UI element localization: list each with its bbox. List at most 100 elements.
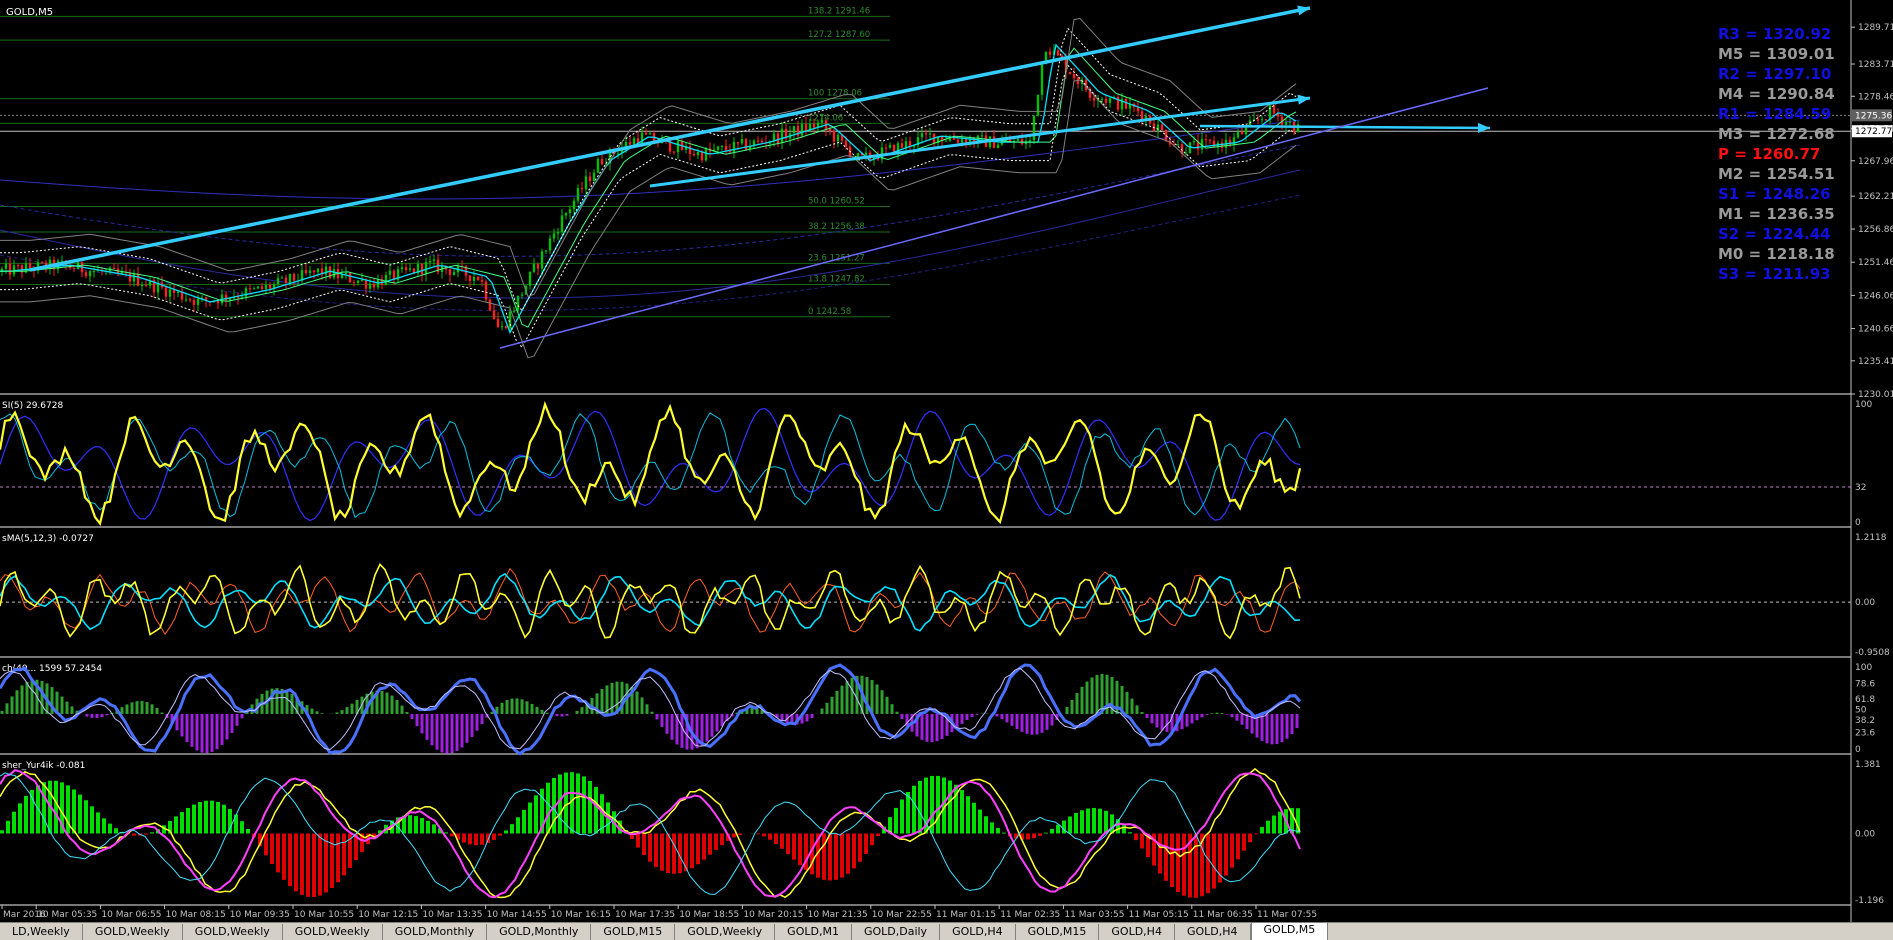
candle-body — [596, 159, 600, 173]
chart-tab[interactable]: GOLD,M1 — [775, 924, 852, 940]
candle-body — [428, 261, 432, 263]
candle-body — [236, 296, 240, 298]
candle-body — [472, 276, 476, 281]
price-tick-label: 1262.21 — [1858, 192, 1893, 202]
fib-level-label: 50.0 1260.52 — [808, 197, 865, 207]
candle-body — [372, 283, 376, 288]
candle-body — [196, 298, 200, 305]
candle-body — [344, 273, 348, 275]
candle-body — [284, 277, 288, 283]
chart-tab[interactable]: GOLD,Daily — [851, 924, 941, 940]
time-axis-label: 11 Mar 07:55 — [1257, 910, 1317, 920]
candle-body — [616, 153, 620, 155]
candle-body — [1092, 97, 1096, 101]
chart-tab[interactable]: GOLD,Weekly — [675, 924, 776, 940]
candle-body — [484, 281, 488, 300]
candle-body — [1016, 139, 1020, 141]
candle-body — [732, 141, 736, 153]
candle-body — [536, 264, 540, 269]
chart-tab[interactable]: GOLD,Monthly — [487, 924, 592, 940]
candle-body — [1212, 140, 1216, 148]
chart-tab[interactable]: GOLD,H4 — [1099, 924, 1175, 940]
candle-body — [1028, 140, 1032, 142]
candle-body — [736, 141, 740, 144]
chart-tab[interactable]: GOLD,Monthly — [382, 924, 488, 940]
candle-body — [544, 250, 548, 252]
price-tick-label: 1240.66 — [1858, 325, 1893, 335]
chart-tab[interactable]: GOLD,H4 — [940, 924, 1016, 940]
pivot-levels-panel: R3 = 1320.92 M5 = 1309.01 R2 = 1297.10 M… — [1718, 24, 1835, 284]
candle-body — [528, 271, 532, 286]
candle-body — [1264, 119, 1268, 121]
chart-tab[interactable]: GOLD,M15 — [591, 924, 676, 940]
candle-body — [368, 283, 372, 289]
candle-body — [648, 133, 652, 135]
pivot-level: R2 = 1297.10 — [1718, 65, 1832, 83]
candle-body — [812, 123, 816, 128]
candle-body — [188, 299, 192, 301]
candle-body — [1108, 98, 1112, 103]
candle-body — [1076, 78, 1080, 84]
candle-body — [884, 147, 888, 149]
indicator-tick-label: -1.196 — [1855, 896, 1884, 906]
candle-body — [332, 269, 336, 278]
mt4-chart-window[interactable]: 1289.711283.711278.461273.211267.961262.… — [0, 0, 1893, 940]
candle-body — [740, 139, 744, 144]
candle-body — [16, 265, 20, 267]
time-axis-label: 10 Mar 16:15 — [551, 910, 611, 920]
candle-body — [140, 284, 144, 286]
price-tick-label: 1289.71 — [1858, 23, 1893, 33]
candle-body — [1220, 142, 1224, 148]
chart-canvas[interactable]: 1289.711283.711278.461273.211267.961262.… — [0, 0, 1893, 922]
chart-tab[interactable]: LD,Weekly — [0, 924, 83, 940]
candle-body — [488, 299, 492, 311]
candle-body — [504, 326, 508, 329]
candle-body — [356, 280, 360, 283]
fib-level-label: 13.8 1247.82 — [808, 275, 865, 285]
price-tick-label: 1251.46 — [1858, 258, 1893, 268]
candle-body — [276, 278, 280, 285]
candle-body — [308, 270, 312, 274]
candle-body — [888, 144, 892, 148]
candle-body — [132, 273, 136, 282]
candle-body — [1284, 121, 1288, 125]
chart-tab[interactable]: GOLD,Weekly — [282, 924, 383, 940]
candle-body — [28, 263, 32, 269]
indicator-tick-label: -0.9508 — [1855, 648, 1890, 658]
chart-tab[interactable]: GOLD,H4 — [1174, 924, 1251, 940]
candle-body — [248, 288, 252, 290]
candle-body — [1236, 131, 1240, 138]
candle-body — [452, 272, 456, 276]
candle-body — [540, 251, 544, 269]
indicator-tick-label: 100 — [1855, 663, 1872, 673]
candle-body — [800, 124, 804, 136]
candle-body — [1048, 51, 1052, 55]
pivot-level: P = 1260.77 — [1718, 145, 1821, 163]
candle-body — [944, 140, 948, 142]
time-axis-label: 11 Mar 01:15 — [936, 910, 996, 920]
candle-body — [128, 272, 132, 282]
chart-tab[interactable]: GOLD,Weekly — [82, 924, 183, 940]
price-tick-label: 1256.86 — [1858, 225, 1893, 235]
candle-body — [8, 263, 12, 275]
indicator-tick-label: 78.6 — [1855, 680, 1875, 690]
candle-body — [992, 136, 996, 149]
candle-body — [1188, 142, 1192, 154]
fib-level-label: 0 1242.58 — [808, 307, 851, 317]
candle-body — [1260, 119, 1264, 121]
chart-tab[interactable]: GOLD,Weekly — [182, 924, 283, 940]
candle-body — [312, 270, 316, 273]
candle-body — [492, 310, 496, 319]
candle-body — [628, 141, 632, 145]
candle-body — [996, 144, 1000, 149]
candle-body — [500, 326, 504, 328]
candle-body — [836, 134, 840, 142]
chart-tab-active[interactable]: GOLD,M5 — [1250, 923, 1329, 940]
time-axis-label: 10 Mar 17:35 — [615, 910, 675, 920]
chart-tab[interactable]: GOLD,M15 — [1015, 924, 1100, 940]
candle-body — [960, 139, 964, 143]
candle-body — [780, 128, 784, 144]
candle-body — [700, 152, 704, 161]
candle-body — [548, 238, 552, 251]
candle-body — [564, 213, 568, 216]
